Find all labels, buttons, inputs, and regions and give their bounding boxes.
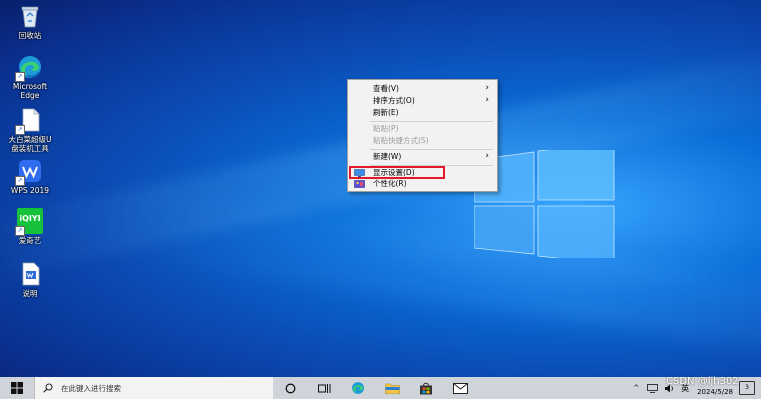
menu-item-label: 个性化(R)	[373, 179, 407, 188]
desktop-icon-wps[interactable]: ↗ WPS 2019	[0, 158, 60, 195]
document-icon: ↗	[15, 107, 43, 135]
shortcut-arrow-icon: ↗	[15, 72, 25, 82]
menu-item-paste[interactable]: 粘贴(P)	[348, 123, 497, 135]
desktop-icon-label: 说明	[22, 289, 38, 298]
menu-item-paste-shortcut[interactable]: 粘贴快捷方式(S)	[348, 135, 497, 147]
shortcut-arrow-icon: ↗	[15, 125, 25, 135]
chevron-right-icon: ›	[485, 83, 489, 93]
taskbar-mail[interactable]	[443, 377, 477, 399]
desktop-icon-word-doc[interactable]: 说明	[0, 261, 60, 298]
menu-separator	[370, 149, 493, 150]
search-icon	[43, 383, 53, 393]
highlight-box	[349, 166, 445, 179]
personalize-icon	[354, 180, 365, 188]
cortana-circle-icon	[285, 383, 295, 393]
date-label: 2024/5/28	[697, 388, 733, 396]
chevron-right-icon: ›	[485, 151, 489, 161]
wps-icon: ↗	[15, 158, 43, 186]
recycle-bin-icon	[17, 3, 43, 29]
desktop-icon-edge[interactable]: ↗ Microsoft Edge	[0, 54, 60, 100]
taskbar-edge[interactable]	[341, 377, 375, 399]
taskbar-store[interactable]	[409, 377, 443, 399]
desktop-icon-label: 爱奇艺	[18, 236, 42, 245]
menu-item-label: 粘贴(P)	[373, 124, 399, 133]
cortana-button[interactable]	[273, 377, 307, 399]
mail-icon	[452, 382, 468, 394]
search-placeholder: 在此键入进行搜索	[61, 383, 121, 393]
desktop-icon-dabaicai[interactable]: ↗ 大白菜超级U 盘装机工具	[0, 107, 60, 153]
taskbar-search-box[interactable]: 在此键入进行搜索	[34, 377, 273, 399]
edge-icon	[352, 382, 364, 394]
network-icon[interactable]	[647, 383, 658, 393]
menu-item-view[interactable]: 查看(V) ›	[348, 83, 497, 95]
desktop-icon-label: WPS 2019	[10, 186, 50, 195]
menu-item-sort-by[interactable]: 排序方式(O) ›	[348, 95, 497, 107]
desktop-icon-label: 大白菜超级U 盘装机工具	[8, 135, 52, 153]
menu-item-new[interactable]: 新建(W) ›	[348, 151, 497, 163]
menu-item-label: 粘贴快捷方式(S)	[373, 136, 429, 145]
shortcut-arrow-icon: ↗	[15, 176, 25, 186]
desktop-icon-iqiyi[interactable]: iQIYI ↗ 爱奇艺	[0, 208, 60, 245]
edge-icon: ↗	[15, 54, 43, 82]
desktop-icon-label: Microsoft Edge	[12, 82, 48, 100]
desktop-icon-recycle-bin[interactable]: 回收站	[0, 3, 60, 40]
chevron-right-icon: ›	[485, 95, 489, 105]
watermark-text: CSDN @ljh302	[666, 376, 739, 387]
chevron-up-icon[interactable]: ^	[633, 384, 639, 392]
menu-separator	[370, 121, 493, 122]
store-icon	[420, 382, 432, 394]
menu-item-personalize[interactable]: 个性化(R)	[348, 178, 497, 190]
menu-item-refresh[interactable]: 刷新(E)	[348, 107, 497, 119]
task-view-icon	[317, 383, 330, 393]
desktop-icon-label: 回收站	[18, 31, 42, 40]
iqiyi-icon: iQIYI ↗	[15, 208, 43, 236]
start-button[interactable]	[0, 377, 34, 399]
folder-icon	[384, 383, 400, 394]
notification-center-button[interactable]: 3	[739, 381, 755, 395]
task-view-button[interactable]	[307, 377, 341, 399]
taskbar: 在此键入进行搜索 ^ 英 2024/5/28 3	[0, 377, 761, 399]
taskbar-file-explorer[interactable]	[375, 377, 409, 399]
menu-item-label: 刷新(E)	[373, 108, 399, 117]
menu-item-label: 排序方式(O)	[373, 96, 415, 105]
notification-count: 3	[745, 384, 749, 391]
word-doc-icon	[17, 261, 43, 287]
light-beam	[99, 184, 761, 366]
windows-logo-icon	[11, 382, 23, 394]
shortcut-arrow-icon: ↗	[15, 226, 25, 236]
menu-item-label: 新建(W)	[373, 152, 402, 161]
desktop[interactable]: 回收站 ↗ Microsoft Edge ↗ 大白菜超级U 盘装机工具 ↗ WP…	[0, 0, 761, 377]
menu-item-label: 查看(V)	[373, 84, 399, 93]
